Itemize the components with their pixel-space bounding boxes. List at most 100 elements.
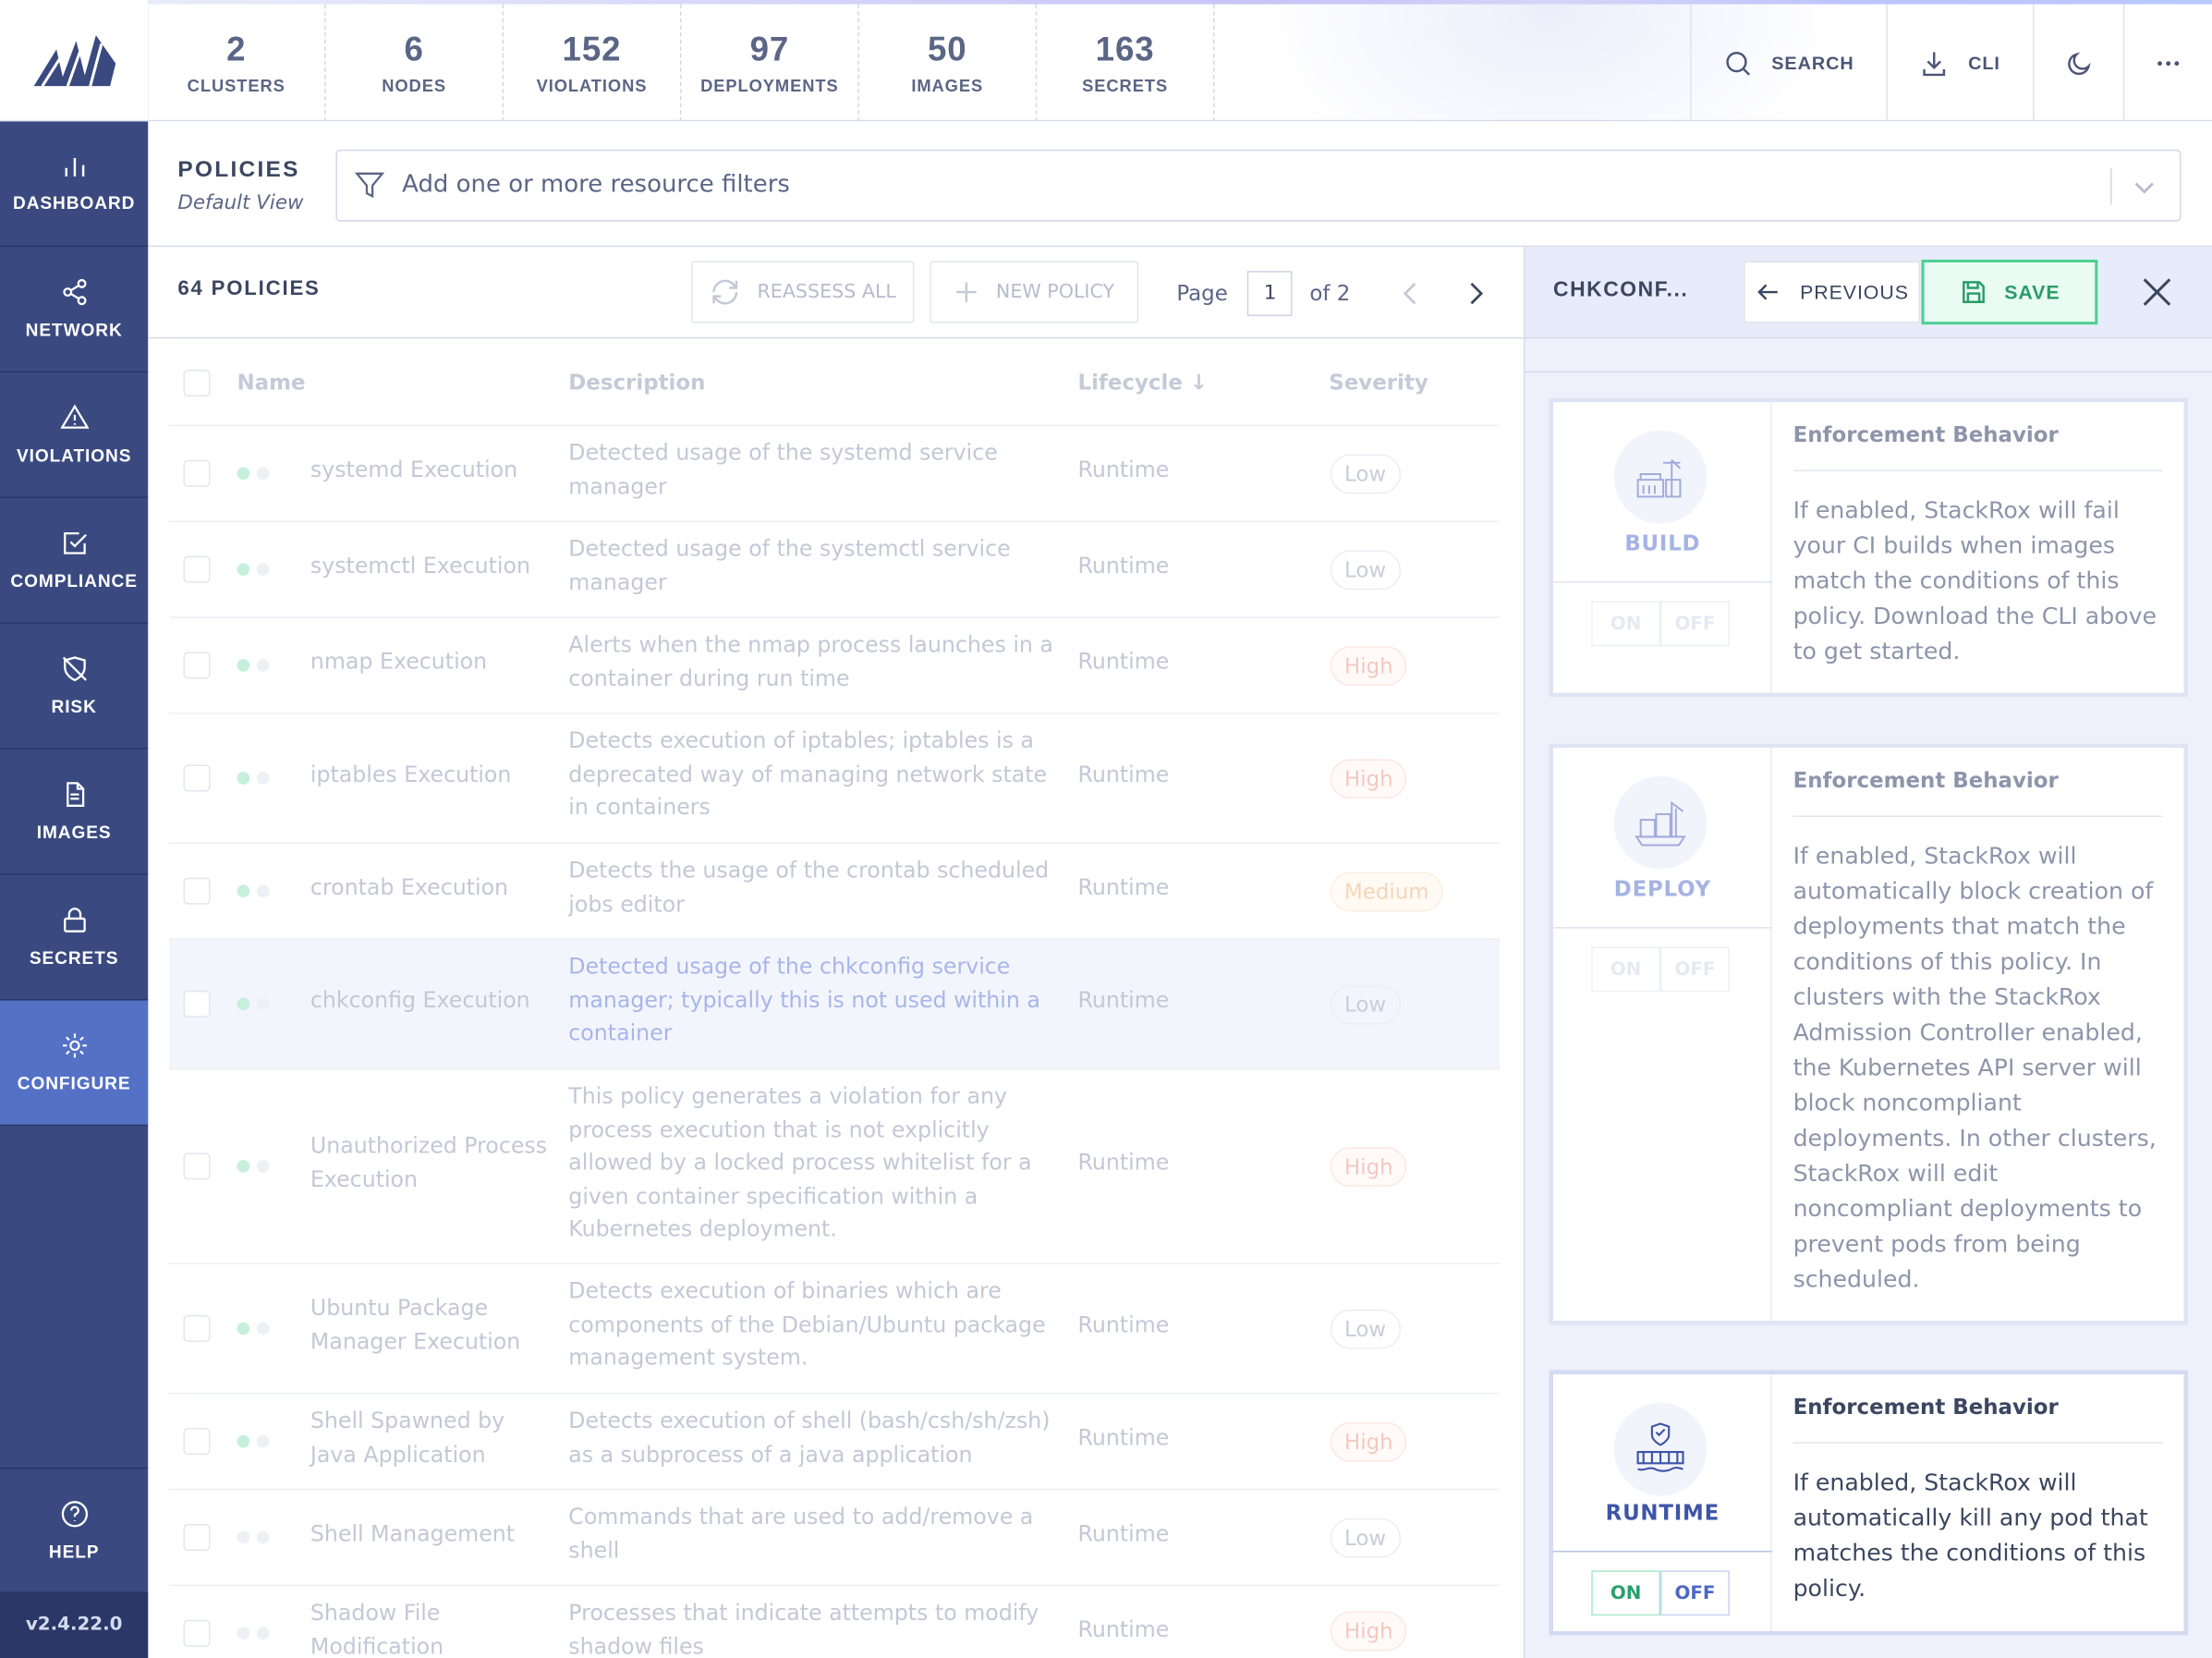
summary-deployments[interactable]: 97 DEPLOYMENTS [681, 4, 859, 120]
heading-divider [1793, 1442, 2163, 1444]
table-row[interactable]: crontab Execution Detects the usage of t… [169, 844, 1500, 940]
summary-secrets[interactable]: 163 SECRETS [1037, 4, 1215, 120]
column-header-severity[interactable]: Severity [1329, 367, 1428, 400]
policy-table: Name Description Lifecycle ↓ Severity sy… [148, 338, 1524, 1658]
policy-name: Shadow File Modification [310, 1600, 444, 1658]
status-dot [256, 563, 270, 576]
more-menu-button[interactable] [2122, 4, 2212, 120]
table-row[interactable]: Shadow File Modification Processes that … [169, 1586, 1500, 1658]
nav-violations[interactable]: VIOLATIONS [0, 372, 149, 498]
table-row[interactable]: iptables Execution Detects execution of … [169, 714, 1500, 845]
toggle-off[interactable]: OFF [1660, 1570, 1730, 1616]
nav-network[interactable]: NETWORK [0, 247, 149, 373]
select-all-checkbox[interactable] [183, 370, 211, 397]
policy-list-toolbar: 64 POLICIES REASSESS ALL NEW POLICY Page… [148, 247, 1524, 339]
search-label: SEARCH [1771, 52, 1854, 74]
stackrox-logo[interactable] [0, 0, 149, 122]
policy-count: 64 POLICIES [177, 277, 321, 301]
new-policy-button[interactable]: NEW POLICY [930, 261, 1139, 323]
toggle-on[interactable]: ON [1591, 1570, 1661, 1616]
summary-images[interactable]: 50 IMAGES [859, 4, 1038, 120]
table-header-row: Name Description Lifecycle ↓ Severity [169, 338, 1500, 427]
policy-lifecycle: Runtime [1077, 1425, 1170, 1451]
deploy-enforcement-toggle[interactable]: ON OFF [1591, 946, 1730, 993]
table-row[interactable]: systemd Execution Detected usage of the … [169, 426, 1500, 522]
status-dot [256, 1322, 270, 1335]
severity-badge: High [1330, 1422, 1407, 1462]
table-row[interactable]: Ubuntu Package Manager Execution Detects… [169, 1264, 1500, 1395]
summary-label: VIOLATIONS [536, 75, 648, 96]
row-checkbox[interactable] [183, 764, 211, 792]
severity-badge: Low [1330, 454, 1401, 494]
summary-clusters[interactable]: 2 CLUSTERS [148, 4, 326, 120]
chevron-left-icon[interactable] [1398, 279, 1423, 308]
toggle-on[interactable]: ON [1591, 946, 1661, 993]
nav-configure[interactable]: CONFIGURE [0, 1000, 149, 1127]
file-icon [66, 782, 84, 807]
table-row[interactable]: systemctl Execution Detected usage of th… [169, 522, 1500, 618]
nav-risk[interactable]: RISK [0, 624, 149, 750]
bar-chart-icon [64, 158, 84, 177]
column-header-description[interactable]: Description [568, 367, 705, 400]
row-checkbox[interactable] [183, 877, 211, 905]
row-checkbox[interactable] [183, 1523, 211, 1551]
cli-download-button[interactable]: CLI [1886, 4, 2033, 120]
enabled-status-dot [237, 997, 250, 1011]
summary-count: 50 [927, 30, 967, 69]
build-enforcement-toggle[interactable]: ON OFF [1591, 601, 1730, 647]
close-panel-button[interactable] [2123, 261, 2191, 323]
share-icon [62, 278, 86, 306]
toggle-off[interactable]: OFF [1660, 946, 1730, 993]
chevron-down-icon[interactable] [2132, 175, 2157, 200]
stage-label: DEPLOY [1613, 876, 1711, 902]
table-row[interactable]: Unauthorized Process Execution This poli… [169, 1069, 1500, 1265]
column-header-name[interactable]: Name [237, 367, 306, 400]
row-checkbox[interactable] [183, 1428, 211, 1456]
summary-nodes[interactable]: 6 NODES [326, 4, 504, 120]
policy-detail-header: CHKCONF... PREVIOUS SAVE [1523, 247, 2212, 339]
toggle-off[interactable]: OFF [1660, 601, 1730, 647]
shield-off-icon [62, 656, 87, 682]
severity-badge: High [1330, 1147, 1407, 1188]
table-row[interactable]: Shell Spawned by Java Application Detect… [169, 1394, 1500, 1491]
nav-help[interactable]: HELP [0, 1467, 149, 1591]
summary-violations[interactable]: 152 VIOLATIONS [504, 4, 682, 120]
card-divider [1553, 927, 1772, 929]
row-checkbox[interactable] [183, 1152, 211, 1180]
save-button[interactable]: SAVE [1921, 259, 2098, 325]
table-row[interactable]: Shell Management Commands that are used … [169, 1490, 1500, 1587]
row-checkbox[interactable] [183, 555, 211, 583]
table-row-selected[interactable]: chkconfig Execution Detected usage of th… [169, 939, 1500, 1070]
nav-images[interactable]: IMAGES [0, 750, 149, 875]
reassess-all-button[interactable]: REASSESS ALL [691, 261, 915, 323]
table-row[interactable]: nmap Execution Alerts when the nmap proc… [169, 618, 1500, 714]
column-header-lifecycle[interactable]: Lifecycle ↓ [1077, 367, 1208, 400]
row-checkbox[interactable] [183, 1314, 211, 1342]
nav-dashboard[interactable]: DASHBOARD [0, 121, 149, 248]
nav-compliance[interactable]: COMPLIANCE [0, 498, 149, 624]
nav-network-label: NETWORK [25, 320, 123, 340]
nav-secrets[interactable]: SECRETS [0, 875, 149, 1001]
row-checkbox[interactable] [183, 1619, 211, 1647]
row-checkbox[interactable] [183, 652, 211, 679]
resource-filter-input[interactable]: Add one or more resource filters [335, 149, 2182, 222]
search-button[interactable]: SEARCH [1690, 4, 1886, 120]
chevron-right-icon[interactable] [1463, 279, 1488, 308]
new-policy-label: NEW POLICY [995, 280, 1115, 304]
policy-lifecycle: Runtime [1077, 1311, 1170, 1338]
summary-label: NODES [382, 75, 446, 96]
help-circle-icon [61, 1500, 88, 1527]
runtime-enforcement-toggle[interactable]: ON OFF [1591, 1570, 1730, 1616]
row-checkbox[interactable] [183, 459, 211, 487]
pagination: Page 1 of 2 [1176, 271, 1489, 317]
toggle-on[interactable]: ON [1591, 601, 1661, 647]
status-dot [256, 1627, 270, 1640]
previous-button[interactable]: PREVIOUS [1744, 261, 1920, 323]
page-number-input[interactable]: 1 [1247, 271, 1294, 317]
row-checkbox[interactable] [183, 990, 211, 1018]
severity-badge: High [1330, 1611, 1407, 1652]
theme-toggle-button[interactable] [2033, 4, 2123, 120]
severity-badge: High [1330, 646, 1407, 687]
summary-count: 6 [404, 30, 424, 69]
nav-configure-label: CONFIGURE [17, 1073, 131, 1094]
